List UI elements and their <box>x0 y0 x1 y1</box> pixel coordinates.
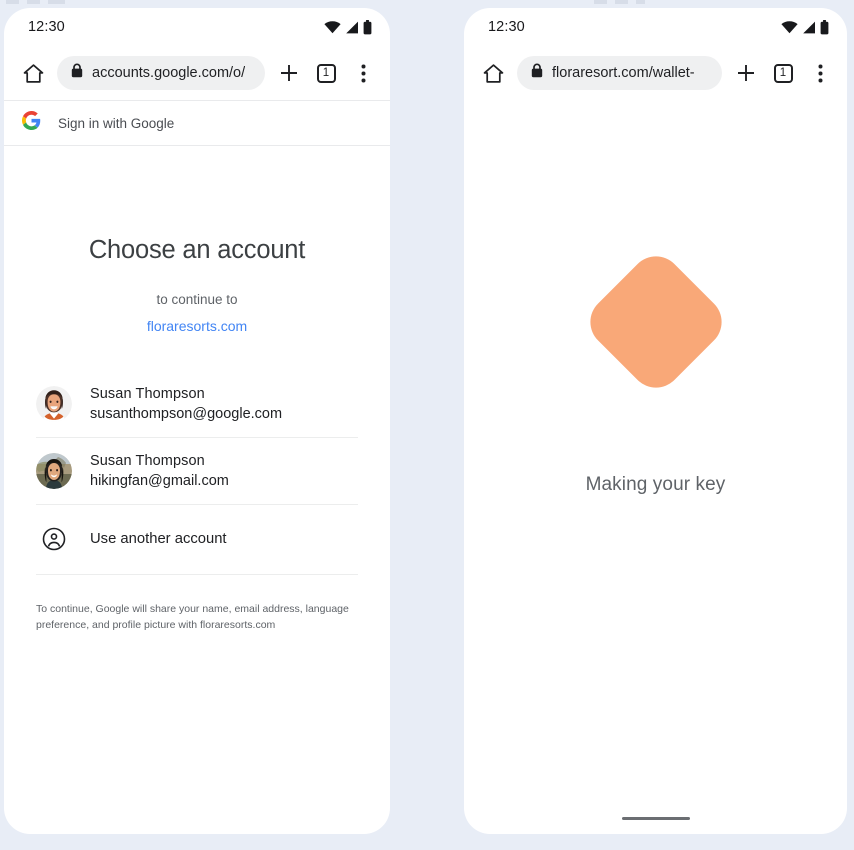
omnibox-right[interactable]: floraresort.com/wallet- <box>517 56 722 90</box>
use-another-account-row[interactable]: Use another account <box>36 505 358 575</box>
phone-left: 12:30 accounts.google.com/o/ 1 Sign in w… <box>4 8 390 834</box>
home-icon[interactable] <box>480 60 506 86</box>
battery-icon <box>363 19 372 35</box>
account-row[interactable]: Susan Thompson susanthompson@google.com <box>36 371 358 438</box>
more-vertical-icon[interactable] <box>350 60 376 86</box>
top-edge-remnant-right2 <box>615 0 628 4</box>
account-text: Susan Thompson hikingfan@gmail.com <box>90 453 229 489</box>
status-indicator-group <box>781 19 829 35</box>
page-title: Choose an account <box>88 236 306 264</box>
avatar <box>36 453 72 489</box>
privacy-disclaimer: To continue, Google will share your name… <box>36 603 349 632</box>
home-indicator[interactable] <box>621 817 690 820</box>
target-domain-link[interactable]: floraresorts.com <box>20 318 374 334</box>
status-bar-left: 12:30 <box>4 8 390 46</box>
top-edge-remnant-right <box>594 0 607 4</box>
omnibox-left[interactable]: accounts.google.com/o/ <box>57 56 265 90</box>
status-clock: 12:30 <box>28 19 65 35</box>
sign-in-with-google-label: Sign in with Google <box>58 115 175 131</box>
top-edge-remnant-left3 <box>48 0 65 4</box>
signal-icon <box>802 21 816 34</box>
account-row[interactable]: Susan Thompson hikingfan@gmail.com <box>36 438 358 505</box>
google-g-icon <box>22 111 41 135</box>
url-text: accounts.google.com/o/ <box>92 65 246 81</box>
tab-count-label: 1 <box>316 63 336 83</box>
making-key-label: Making your key <box>585 474 726 495</box>
use-another-account-label: Use another account <box>90 531 227 547</box>
lock-icon <box>71 63 83 83</box>
signal-icon <box>345 21 359 34</box>
account-chooser: Choose an account to continue to florare… <box>4 236 390 634</box>
lock-icon <box>531 63 543 83</box>
tab-counter-button[interactable]: 1 <box>313 60 339 86</box>
account-text: Susan Thompson susanthompson@google.com <box>90 386 282 422</box>
plus-icon[interactable] <box>276 60 302 86</box>
wifi-icon <box>781 20 798 34</box>
phone-right: 12:30 floraresort.com/wallet- 1 Making y… <box>464 8 847 834</box>
top-edge-remnant-right3 <box>636 0 645 4</box>
battery-icon <box>820 19 829 35</box>
home-icon[interactable] <box>20 60 46 86</box>
tab-count-label: 1 <box>773 63 793 83</box>
sign-in-with-google-header: Sign in with Google <box>4 100 390 146</box>
screenshot-stage: 12:30 accounts.google.com/o/ 1 Sign in w… <box>0 0 854 850</box>
account-name: Susan Thompson <box>90 386 205 402</box>
browser-toolbar-right: floraresort.com/wallet- 1 <box>464 46 847 100</box>
status-indicator-group <box>324 19 372 35</box>
plus-icon[interactable] <box>733 60 759 86</box>
url-text: floraresort.com/wallet- <box>552 65 695 81</box>
account-name: Susan Thompson <box>90 453 205 469</box>
continue-subtitle: to continue to <box>156 292 238 307</box>
status-clock: 12:30 <box>488 19 525 35</box>
account-circle-icon <box>36 521 72 557</box>
account-email: susanthompson@google.com <box>90 406 283 422</box>
account-list: Susan Thompson susanthompson@google.com <box>20 371 374 575</box>
tab-counter-button[interactable]: 1 <box>770 60 796 86</box>
top-edge-remnant-left <box>6 0 19 4</box>
status-bar-right: 12:30 <box>464 8 847 46</box>
account-email: hikingfan@gmail.com <box>90 473 229 489</box>
more-vertical-icon[interactable] <box>807 60 833 86</box>
rounded-diamond-key-icon <box>579 245 732 399</box>
making-key-screen: Making your key <box>464 100 847 496</box>
wifi-icon <box>324 20 341 34</box>
browser-toolbar-left: accounts.google.com/o/ 1 <box>4 46 390 100</box>
top-edge-remnant-left2 <box>27 0 40 4</box>
avatar <box>36 386 72 422</box>
